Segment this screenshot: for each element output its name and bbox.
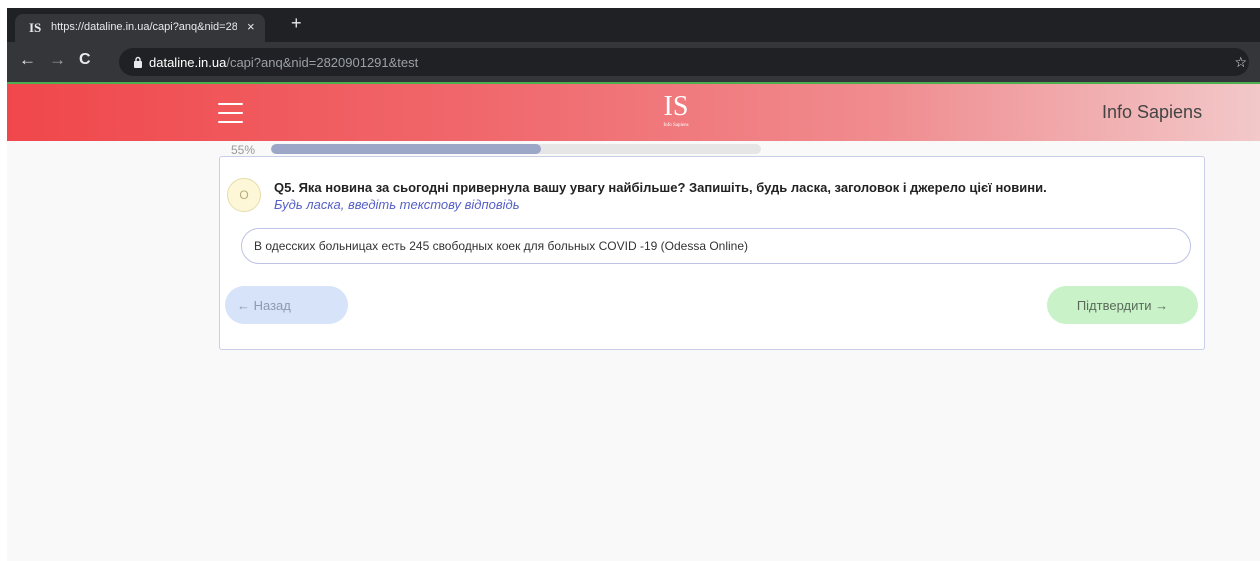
question-hint: Будь ласка, введіть текстову відповідь <box>274 197 520 212</box>
site-logo: IS Info Sapiens <box>656 91 696 129</box>
browser-toolbar: ← → C dataline.in.ua/capi?anq&nid=282090… <box>7 42 1260 82</box>
tab-title: https://dataline.in.ua/capi?anq&nid=2820… <box>51 21 237 33</box>
progress-percent: 55% <box>231 143 256 157</box>
site-header: IS Info Sapiens Info Sapiens <box>7 84 1260 141</box>
url-text: dataline.in.ua/capi?anq&nid=2820901291&t… <box>149 55 418 70</box>
lock-icon <box>134 56 142 68</box>
answer-text-input[interactable] <box>241 228 1191 264</box>
back-button[interactable]: ← Назад <box>225 286 348 324</box>
site-favicon-icon: IS <box>29 20 42 35</box>
question-text: Q5. Яка новина за сьогодні привернула ва… <box>274 180 1047 195</box>
back-arrow-icon[interactable]: ← <box>19 50 36 70</box>
close-icon[interactable]: × <box>247 19 255 34</box>
url-host: dataline.in.ua <box>149 55 227 70</box>
bookmark-star-icon[interactable]: ☆ <box>1234 54 1247 71</box>
url-path: /capi?anq&nid=2820901291&test <box>226 55 419 70</box>
progress-bar <box>271 144 761 154</box>
address-bar[interactable]: dataline.in.ua/capi?anq&nid=2820901291&t… <box>119 48 1249 76</box>
hamburger-menu-icon[interactable] <box>218 103 243 123</box>
browser-tab[interactable]: IS https://dataline.in.ua/capi?anq&nid=2… <box>15 14 265 42</box>
logo-mark: IS <box>663 91 689 122</box>
logo-subtitle: Info Sapiens <box>663 123 689 128</box>
progress-bar-fill <box>271 144 541 154</box>
tab-strip: IS https://dataline.in.ua/capi?anq&nid=2… <box>7 8 1260 42</box>
question-status-icon: O <box>227 178 261 212</box>
browser-window: IS https://dataline.in.ua/capi?anq&nid=2… <box>7 8 1260 561</box>
question-card: O Q5. Яка новина за сьогодні привернула … <box>219 156 1205 350</box>
new-tab-icon[interactable]: + <box>291 13 302 34</box>
reload-icon[interactable]: C <box>79 50 91 70</box>
brand-name: Info Sapiens <box>1102 102 1203 122</box>
forward-arrow-icon[interactable]: → <box>49 50 66 70</box>
confirm-button[interactable]: Підтвердити → <box>1047 286 1198 324</box>
